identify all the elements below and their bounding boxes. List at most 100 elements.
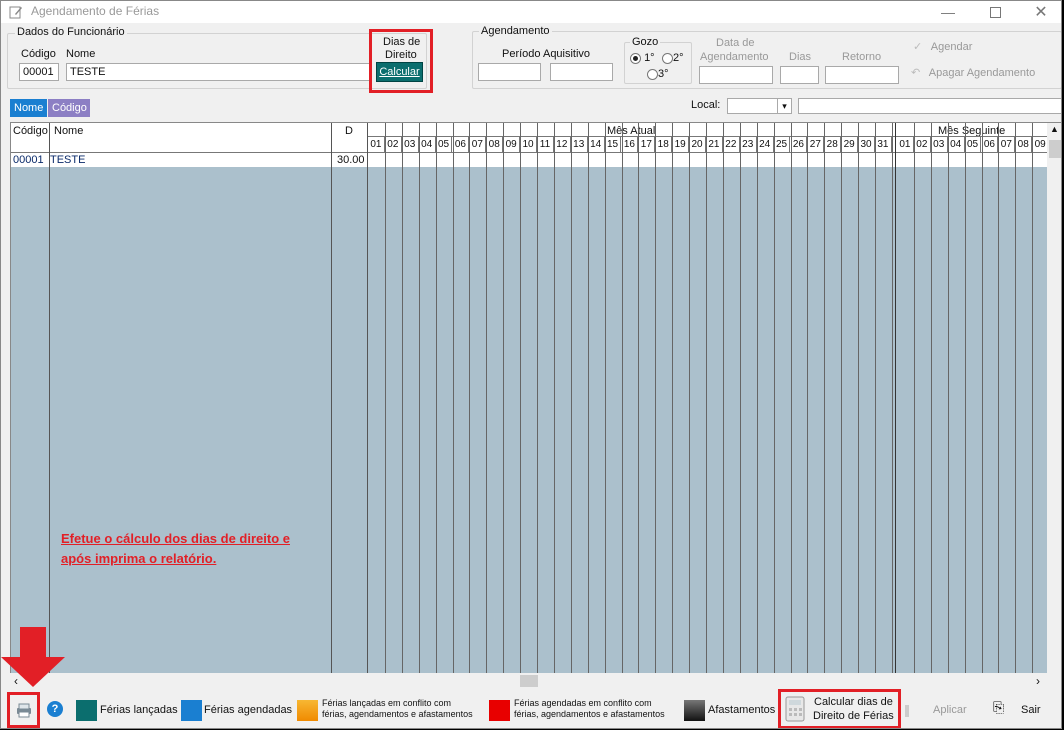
title-bar: Agendamento de Férias — ✕ bbox=[1, 1, 1061, 23]
radio-icon bbox=[630, 52, 641, 64]
day-header-cell: 31 bbox=[875, 137, 892, 152]
day-header-cell: 20 bbox=[689, 137, 706, 152]
day-header-cell: 19 bbox=[672, 137, 690, 152]
agendar-button[interactable]: ✓ Agendar bbox=[913, 40, 972, 53]
next-day-header-cell: 06 bbox=[981, 137, 999, 152]
legend-conflito-lancadas-2: férias, agendamentos e afastamentos bbox=[322, 709, 473, 719]
retorno-field[interactable] bbox=[825, 66, 899, 84]
help-icon[interactable]: ? bbox=[47, 701, 63, 717]
next-day-header-cell: 03 bbox=[930, 137, 948, 152]
local-description-field[interactable] bbox=[798, 98, 1061, 114]
col-nome-header[interactable]: Nome bbox=[54, 125, 83, 137]
data-agendamento-label-2: Agendamento bbox=[700, 51, 769, 63]
funcionario-group-label: Dados do Funcionário bbox=[15, 26, 127, 38]
legend-conflito-agendadas-2: férias, agendamentos e afastamentos bbox=[514, 709, 665, 719]
gozo-option-2[interactable]: 2° bbox=[662, 52, 684, 64]
local-label: Local: bbox=[691, 99, 721, 111]
agendamento-group-label: Agendamento bbox=[479, 25, 552, 37]
scroll-right-icon[interactable]: › bbox=[1036, 674, 1040, 688]
nome-field[interactable]: TESTE bbox=[66, 63, 371, 81]
calcular-dias-direito-button[interactable]: Calcular dias de Direito de Férias bbox=[783, 693, 897, 725]
chevron-down-icon: ▾ bbox=[777, 99, 791, 113]
calcular-button[interactable]: Calcular bbox=[376, 62, 423, 82]
maximize-button[interactable] bbox=[973, 1, 1017, 23]
scroll-up-icon[interactable]: ▲ bbox=[1050, 124, 1059, 134]
vacation-grid: Código Nome D Mês Atual Mês Seguinte 01 0… bbox=[10, 122, 1061, 675]
day-header-cell: 21 bbox=[706, 137, 723, 152]
day-header-cell: 10 bbox=[520, 137, 537, 152]
data-agendamento-field[interactable] bbox=[699, 66, 773, 84]
retorno-label: Retorno bbox=[842, 51, 882, 63]
minimize-button[interactable]: — bbox=[926, 1, 970, 23]
codigo-label: Código bbox=[21, 48, 56, 60]
calcular-dias-label-2: Direito de Férias bbox=[813, 710, 894, 722]
day-header-cell: 24 bbox=[756, 137, 774, 152]
legend-conflito-lancadas-1: Férias lançadas em conflito com bbox=[322, 698, 452, 708]
day-header-cell: 06 bbox=[452, 137, 470, 152]
gozo-option-3[interactable]: 3° bbox=[647, 68, 669, 80]
col-codigo-header[interactable]: Código bbox=[13, 125, 48, 137]
nome-label: Nome bbox=[66, 48, 96, 60]
day-header-cell: 22 bbox=[722, 137, 740, 152]
apagar-agendamento-button[interactable]: ↶ Apagar Agendamento bbox=[911, 66, 1035, 79]
dias-direito-label-2: Direito bbox=[385, 49, 417, 61]
day-header-cell: 09 bbox=[503, 137, 521, 152]
minimize-icon: — bbox=[941, 4, 955, 20]
dias-field[interactable] bbox=[780, 66, 819, 84]
day-header-cell: 15 bbox=[604, 137, 622, 152]
day-header-cell: 18 bbox=[655, 137, 673, 152]
legend-conflito-agendadas-1: Férias agendadas em conflito com bbox=[514, 698, 652, 708]
day-header-cell: 01 bbox=[368, 137, 385, 152]
codigo-field[interactable]: 00001 bbox=[19, 63, 59, 81]
undo-icon: ↶ bbox=[911, 67, 921, 79]
print-button[interactable] bbox=[14, 700, 34, 720]
periodo-inicio-field[interactable] bbox=[478, 63, 541, 81]
legend-agendadas-swatch bbox=[181, 700, 202, 721]
day-header-cell: 12 bbox=[553, 137, 571, 152]
hscroll-thumb[interactable] bbox=[520, 675, 538, 687]
legend-conflito-agendadas-swatch bbox=[489, 700, 510, 721]
horizontal-scrollbar[interactable]: ‹ › bbox=[10, 673, 1061, 689]
gozo-option-1[interactable]: 1° bbox=[630, 52, 655, 64]
window-title: Agendamento de Férias bbox=[31, 4, 160, 18]
periodo-fim-field[interactable] bbox=[550, 63, 613, 81]
sair-button[interactable]: ⎘ Sair bbox=[993, 699, 1043, 719]
close-icon: ✕ bbox=[1034, 4, 1048, 21]
day-header-cell: 03 bbox=[401, 137, 419, 152]
tab-codigo[interactable]: Código bbox=[48, 99, 90, 117]
legend-lancadas-label: Férias lançadas bbox=[100, 704, 178, 716]
day-header-cell: 26 bbox=[790, 137, 808, 152]
next-day-header-cell: 07 bbox=[998, 137, 1016, 152]
row-codigo: 00001 bbox=[13, 154, 44, 166]
day-header-cell: 07 bbox=[469, 137, 487, 152]
data-agendamento-label-1: Data de bbox=[716, 37, 755, 49]
legend-agendadas-label: Férias agendadas bbox=[204, 704, 293, 716]
row-nome: TESTE bbox=[50, 154, 86, 166]
aplicar-button[interactable]: Aplicar bbox=[933, 704, 967, 716]
exit-door-icon: ⎘ bbox=[993, 699, 1005, 715]
instruction-line-1: Efetue o cálculo dos dias de direito e bbox=[61, 531, 290, 546]
tab-nome[interactable]: Nome bbox=[10, 99, 47, 117]
next-day-header-cell: 08 bbox=[1015, 137, 1033, 152]
radio-icon bbox=[662, 52, 673, 64]
day-header-cell: 23 bbox=[739, 137, 757, 152]
day-header-cell: 02 bbox=[384, 137, 402, 152]
dias-label: Dias bbox=[789, 51, 812, 63]
local-select[interactable]: ▾ bbox=[727, 98, 792, 114]
next-day-header-cell: 05 bbox=[964, 137, 982, 152]
scroll-thumb[interactable] bbox=[1049, 140, 1061, 158]
day-header-cell: 16 bbox=[621, 137, 639, 152]
day-header-cell: 08 bbox=[486, 137, 504, 152]
day-header-cell: 25 bbox=[773, 137, 791, 152]
day-header-cell: 14 bbox=[587, 137, 605, 152]
aplicar-icon bbox=[905, 705, 909, 717]
edit-icon bbox=[9, 6, 22, 19]
day-header-cell: 05 bbox=[435, 137, 453, 152]
gozo-label: Gozo bbox=[630, 36, 661, 48]
dias-direito-label-1: Dias de bbox=[383, 36, 421, 48]
close-button[interactable]: ✕ bbox=[1019, 1, 1061, 23]
calculator-icon bbox=[785, 696, 805, 722]
col-d-header[interactable]: D bbox=[345, 125, 353, 137]
next-day-header-cell: 02 bbox=[913, 137, 931, 152]
vertical-scrollbar[interactable]: ▲ bbox=[1047, 123, 1061, 674]
